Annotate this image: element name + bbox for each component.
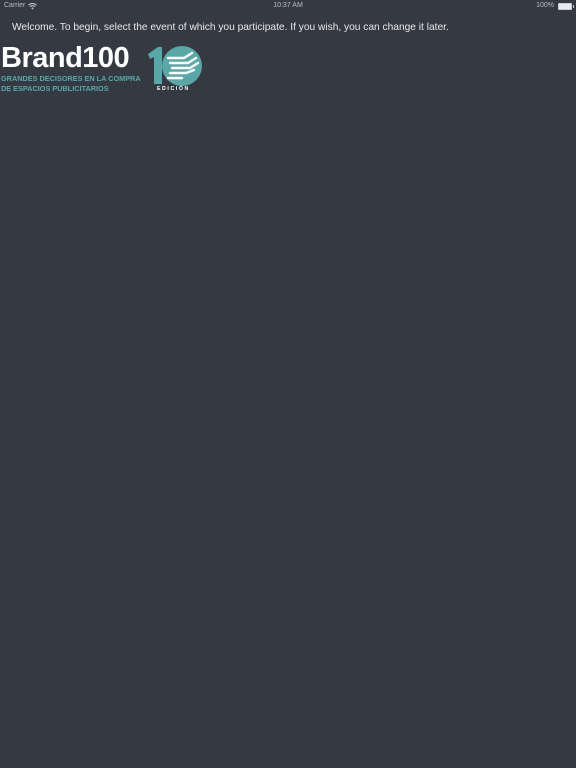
- brand100-logo: Brand100 GRANDES DECISORES EN LA COMPRA …: [0, 40, 210, 96]
- logo-wordmark: Brand100: [1, 42, 130, 74]
- battery-icon: [558, 2, 574, 10]
- app-screen: Carrier 10:37 AM 100% Welcome. To begin,…: [0, 0, 576, 768]
- logo-edition-label: EDICIÓN: [157, 86, 190, 92]
- logo-tagline-line2: DE ESPACIOS PUBLICITARIOS: [1, 84, 109, 93]
- status-bar: Carrier 10:37 AM 100%: [0, 0, 576, 12]
- status-time: 10:37 AM: [273, 2, 303, 9]
- tenth-edition-emblem-icon: [148, 46, 202, 86]
- status-right: 100%: [536, 0, 574, 12]
- battery-percent: 100%: [536, 2, 554, 9]
- logo-tagline-line1: GRANDES DECISORES EN LA COMPRA: [1, 74, 141, 83]
- welcome-message: Welcome. To begin, select the event of w…: [12, 22, 449, 33]
